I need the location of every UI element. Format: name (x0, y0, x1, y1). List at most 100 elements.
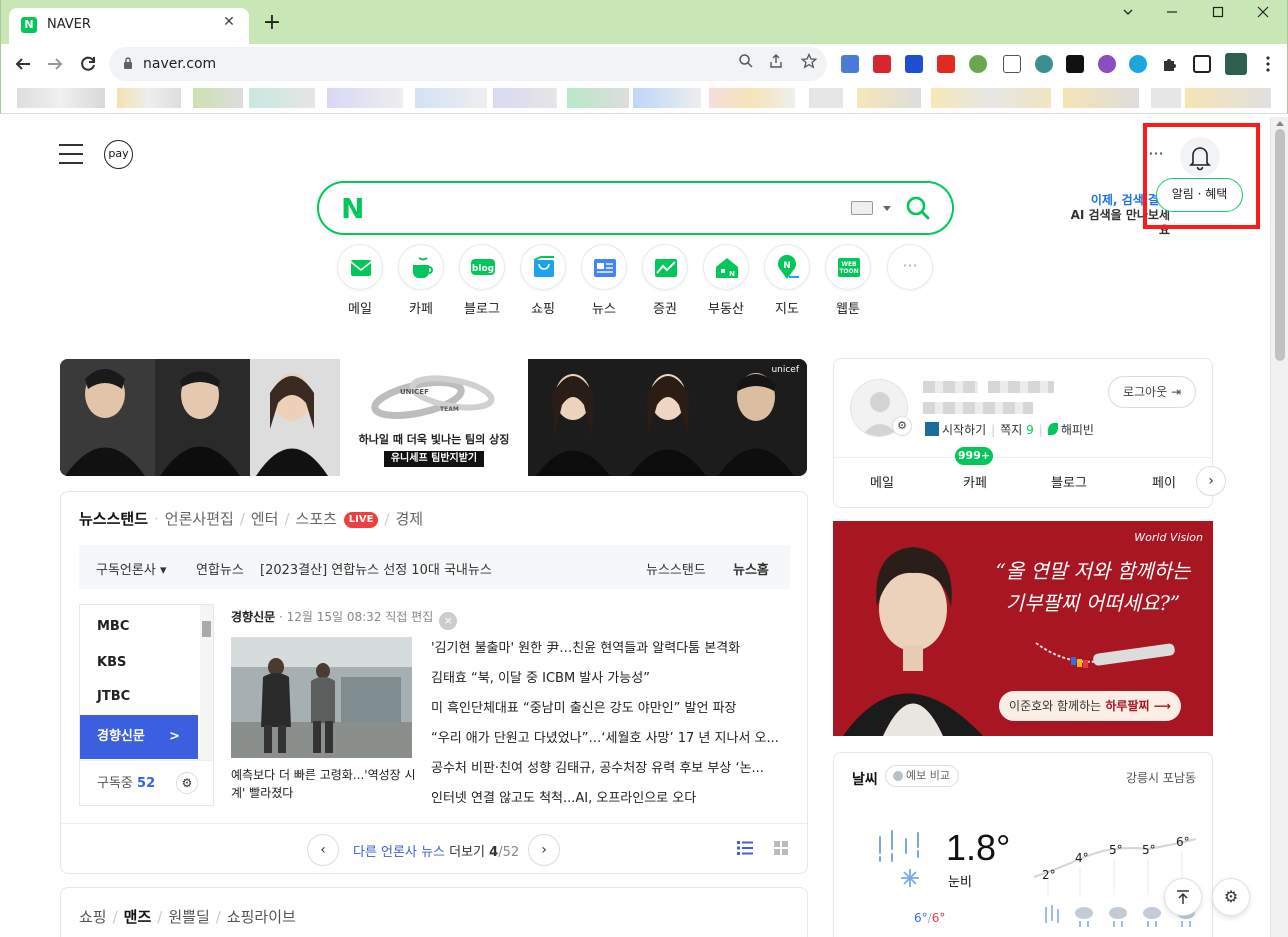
shortcut-mail[interactable]: 메일 (331, 244, 389, 317)
forward-icon[interactable] (43, 52, 67, 76)
scroll-thumb[interactable] (1275, 129, 1285, 361)
scroll-to-top-icon[interactable] (1164, 878, 1202, 916)
shortcut-shopping[interactable]: 쇼핑 (514, 244, 572, 317)
press-item[interactable]: JTBC (80, 680, 198, 714)
press-item[interactable]: MBC (80, 610, 198, 644)
logout-button[interactable]: 로그아웃 ⇥ (1108, 376, 1196, 408)
banner-cta-button[interactable]: 유니세프 팀반지받기 (384, 451, 484, 467)
tab-economy[interactable]: 경제 (395, 510, 423, 528)
bookmark-extension-icon[interactable] (1003, 55, 1021, 73)
bookmark-item[interactable] (1063, 88, 1139, 108)
sidepanel-icon[interactable] (1193, 55, 1211, 73)
profile-avatar[interactable] (1225, 53, 1247, 75)
keyboard-dropdown-icon[interactable] (883, 206, 891, 211)
translate-extension-icon[interactable] (841, 55, 859, 73)
publisher-name[interactable]: 경향신문 (231, 610, 275, 624)
ticker-headline[interactable]: [2023결산] 연합뉴스 선정 10대 국내뉴스 (260, 559, 492, 578)
puzzle-extensions-icon[interactable] (1161, 55, 1179, 73)
bookmark-item[interactable] (931, 88, 1051, 108)
tab-shopping-live[interactable]: 쇼핑라이브 (227, 908, 296, 926)
bookmark-item[interactable] (1151, 88, 1181, 108)
bookmark-item[interactable] (117, 88, 181, 108)
shortcut-cafe[interactable]: 카페 (392, 244, 450, 317)
maximize-icon[interactable] (1203, 6, 1233, 26)
press-settings-icon[interactable]: ⚙ (176, 772, 198, 794)
close-icon[interactable]: × (439, 612, 458, 630)
headline[interactable]: 미 흑인단체대표 “중남미 출신은 강도 야만인” 발언 파장 (431, 697, 783, 716)
note-link[interactable]: 쪽지 (1000, 423, 1022, 437)
tab-sports[interactable]: 스포츠 (296, 510, 337, 528)
minimize-icon[interactable] (1157, 6, 1187, 26)
bookmark-item[interactable] (633, 88, 701, 108)
shortcut-blog[interactable]: blog 블로그 (453, 244, 511, 317)
bookmark-item[interactable] (493, 88, 557, 108)
shortcut-stock[interactable]: 증권 (636, 244, 694, 317)
newshome-link[interactable]: 뉴스홈 (733, 559, 769, 578)
news-photo[interactable] (231, 637, 412, 758)
page-settings-icon[interactable]: ⚙ (1212, 878, 1250, 916)
tab-entertainment[interactable]: 엔터 (251, 510, 279, 528)
avatar-settings-icon[interactable]: ⚙ (892, 416, 912, 436)
shortcut-map[interactable]: N 지도 (758, 244, 816, 317)
bookmark-item[interactable] (1185, 88, 1271, 108)
shortcut-realestate[interactable]: N 부동산 (697, 244, 755, 317)
service-cafe[interactable]: 카페 (945, 472, 1005, 491)
shortcut-news[interactable]: 뉴스 (575, 244, 633, 317)
tab-newsstand[interactable]: 뉴스스탠드 (79, 510, 148, 528)
media-extension-icon[interactable] (873, 55, 891, 73)
tab-shopping[interactable]: 쇼핑 (79, 908, 107, 926)
share-icon[interactable] (765, 53, 787, 75)
scroll-up-icon[interactable] (1276, 121, 1284, 126)
bookmark-item[interactable] (193, 88, 243, 108)
address-bar[interactable]: naver.com (109, 47, 827, 81)
menu-hamburger-icon[interactable] (59, 144, 83, 164)
search-icon[interactable] (905, 195, 931, 221)
shortcut-webtoon[interactable]: WEB TOON 웹툰 (819, 244, 877, 317)
tab-press-edit[interactable]: 언론사편집 (165, 510, 234, 528)
bookmark-item[interactable] (17, 88, 105, 108)
bookmark-item[interactable] (567, 88, 629, 108)
newsstand-link[interactable]: 뉴스스탠드 (646, 559, 706, 578)
service-blog[interactable]: 블로그 (1039, 472, 1099, 491)
keyboard-icon[interactable] (851, 201, 873, 215)
new-tab-button[interactable]: + (261, 12, 283, 34)
pdf-extension-icon[interactable] (937, 55, 955, 73)
page-scrollbar[interactable] (1270, 117, 1288, 937)
grid-view-icon[interactable] (773, 841, 789, 855)
subscribed-press-dropdown[interactable]: 구독언론사 ▾ (96, 559, 166, 578)
chat-extension-icon[interactable] (1129, 55, 1147, 73)
search-box[interactable]: N (317, 181, 954, 235)
happybean-link[interactable]: 해피빈 (1061, 423, 1094, 437)
forecast-compare-button[interactable]: 예보 비교 (885, 765, 959, 787)
dark-extension-icon[interactable] (1066, 55, 1084, 73)
browser-menu-icon[interactable] (1259, 55, 1277, 73)
shortcut-more[interactable]: ··· (881, 244, 939, 298)
press-item[interactable]: KBS (80, 646, 198, 680)
ad-cta-button[interactable]: 이준호와 함께하는 하루팔찌 ⟶ (999, 691, 1181, 721)
bookmark-item[interactable] (415, 88, 487, 108)
fingerprint-extension-icon[interactable] (1035, 55, 1053, 73)
chevron-down-icon[interactable] (1113, 6, 1143, 26)
tab-oneplus-deal[interactable]: 원쁠딜 (168, 908, 209, 926)
pay-button[interactable]: pay (104, 140, 133, 169)
window-close-icon[interactable] (1248, 6, 1278, 26)
back-icon[interactable] (11, 52, 35, 76)
headline[interactable]: '김기현 불출마' 원한 尹…친윤 현역들과 알력다툼 본격화 (431, 637, 783, 656)
bookmark-item[interactable] (709, 88, 795, 108)
headline[interactable]: 김태효 “북, 이달 중 ICBM 발사 가능성” (431, 667, 783, 686)
download-extension-icon[interactable] (905, 55, 923, 73)
press-list-scrollbar[interactable] (200, 605, 213, 760)
tab-close-icon[interactable]: ✕ (219, 14, 239, 30)
prev-page-icon[interactable]: ‹ (307, 834, 339, 866)
bookmark-item[interactable] (809, 88, 843, 108)
headline[interactable]: 인터넷 연결 않고도 척척...AI, 오프라인으로 오다 (431, 787, 783, 806)
reload-icon[interactable] (76, 52, 100, 76)
unicef-banner[interactable]: UNICEF TEAM 하나일 때 더욱 빛나는 팀의 상징 유니세프 팀반지받… (60, 359, 807, 476)
services-next-icon[interactable]: › (1196, 466, 1226, 496)
service-mail[interactable]: 메일 (852, 472, 912, 491)
bookmark-item[interactable] (857, 88, 921, 108)
weather-location[interactable]: 강릉시 포남동 (1126, 769, 1196, 786)
colorful-extension-icon[interactable] (1098, 55, 1116, 73)
headline[interactable]: “우리 애가 단원고 다녔었나”…‘세월호 사망’ 17 년 지나서 오... (431, 727, 783, 746)
service-pay[interactable]: 페이 (1134, 472, 1194, 491)
